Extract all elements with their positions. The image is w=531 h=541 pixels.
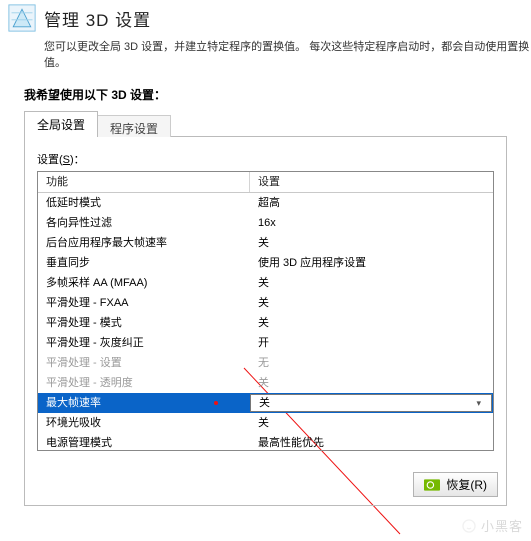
table-row[interactable]: 各向异性过滤 16x (38, 213, 493, 233)
column-feature[interactable]: 功能 (38, 172, 250, 192)
table-row[interactable]: 平滑处理 - 设置无 (38, 353, 493, 373)
row-value: 无 (250, 353, 493, 373)
watermark: 小黑客 (461, 516, 523, 535)
row-feature: 平滑处理 - FXAA (38, 293, 250, 313)
tab-strip: 全局设置 程序设置 (24, 111, 507, 137)
row-feature: 低延时模式 (38, 193, 250, 213)
tab-program-settings[interactable]: 程序设置 (98, 115, 171, 137)
row-value: 关 (250, 313, 493, 333)
row-value: 关 (250, 233, 493, 253)
tab-global-settings[interactable]: 全局设置 (24, 111, 98, 137)
restore-label: 恢复(R) (446, 476, 487, 493)
row-feature: 多帧采样 AA (MFAA) (38, 273, 250, 293)
row-value-text: 关 (259, 394, 270, 412)
row-value: 关 (250, 413, 493, 433)
row-feature: 平滑处理 - 灰度纠正 (38, 333, 250, 353)
row-value-text: 关 (258, 413, 269, 433)
row-value-text: 关 (258, 273, 269, 293)
table-row[interactable]: 平滑处理 - 模式关 (38, 313, 493, 333)
settings-label-suffix: )： (70, 154, 85, 166)
row-value-text: 无 (258, 353, 269, 373)
settings-label-key: S (63, 154, 70, 166)
row-value: 关 (250, 293, 493, 313)
row-value-text: 超高 (258, 193, 280, 213)
row-value-text: 最高性能优先 (258, 433, 324, 451)
row-feature: 平滑处理 - 透明度 (38, 373, 250, 393)
table-row[interactable]: 垂直同步使用 3D 应用程序设置 (38, 253, 493, 273)
row-value-text: 开 (258, 333, 269, 353)
watermark-text: 小黑客 (481, 516, 523, 535)
table-row[interactable]: 环境光吸收关 (38, 413, 493, 433)
table-row[interactable]: 电源管理模式最高性能优先 (38, 433, 493, 451)
row-value: 开 (250, 333, 493, 353)
row-value: 最高性能优先 (250, 433, 493, 451)
row-value: 关 (250, 373, 493, 393)
page-title: 管理 3D 设置 (44, 6, 151, 31)
restore-button[interactable]: 恢复(R) (413, 472, 498, 497)
table-row[interactable]: 平滑处理 - 透明度关 (38, 373, 493, 393)
row-value: 关 (250, 273, 493, 293)
grid-header: 功能 设置 (38, 172, 493, 193)
nvidia-icon (424, 479, 440, 491)
row-value-text: 关 (258, 373, 269, 393)
row-value-text: 关 (258, 233, 269, 253)
settings-label: 设置(S)： (37, 151, 494, 167)
grid-body: 低延时模式超高各向异性过滤16x后台应用程序最大帧速率关垂直同步使用 3D 应用… (38, 193, 493, 451)
row-feature: 电源管理模式 (38, 433, 250, 451)
section-label: 我希望使用以下 3D 设置： (0, 86, 531, 111)
table-row[interactable]: 平滑处理 - 灰度纠正开 (38, 333, 493, 353)
settings-label-prefix: 设置( (37, 154, 63, 166)
row-feature: 平滑处理 - 模式 (38, 313, 250, 333)
tab-container: 全局设置 程序设置 设置(S)： 功能 设置 低延时模式超高各向异性过滤16x后… (24, 111, 507, 506)
table-row[interactable]: 多帧采样 AA (MFAA) 关 (38, 273, 493, 293)
indicator-dot (214, 401, 218, 405)
row-value: 超高 (250, 193, 493, 213)
row-feature: 后台应用程序最大帧速率 (38, 233, 250, 253)
row-value-text: 16x (258, 213, 276, 233)
chevron-down-icon[interactable]: ▾ (476, 394, 481, 412)
page-description: 您可以更改全局 3D 设置，并建立特定程序的置换值。 每次这些特定程序启动时，都… (0, 34, 531, 86)
row-feature: 最大帧速率 (38, 393, 250, 413)
table-row[interactable]: 最大帧速率关▾ (38, 393, 493, 413)
row-value-text: 关 (258, 293, 269, 313)
column-value[interactable]: 设置 (250, 172, 493, 192)
header: 管理 3D 设置 (0, 0, 531, 34)
row-value-text: 关 (258, 313, 269, 333)
row-value: 使用 3D 应用程序设置 (250, 253, 493, 273)
settings-grid[interactable]: 功能 设置 低延时模式超高各向异性过滤16x后台应用程序最大帧速率关垂直同步使用… (37, 171, 494, 451)
row-feature: 平滑处理 - 设置 (38, 353, 250, 373)
row-feature: 垂直同步 (38, 253, 250, 273)
row-feature: 环境光吸收 (38, 413, 250, 433)
row-value: 16x (250, 213, 493, 233)
table-row[interactable]: 低延时模式超高 (38, 193, 493, 213)
app-icon (8, 4, 36, 32)
table-row[interactable]: 平滑处理 - FXAA 关 (38, 293, 493, 313)
row-value-text: 使用 3D 应用程序设置 (258, 253, 366, 273)
row-value[interactable]: 关▾ (250, 394, 492, 412)
footer-bar: 恢复(R) (413, 472, 498, 497)
tab-panel-global: 设置(S)： 功能 设置 低延时模式超高各向异性过滤16x后台应用程序最大帧速率… (24, 136, 507, 506)
row-feature: 各向异性过滤 (38, 213, 250, 233)
table-row[interactable]: 后台应用程序最大帧速率关 (38, 233, 493, 253)
